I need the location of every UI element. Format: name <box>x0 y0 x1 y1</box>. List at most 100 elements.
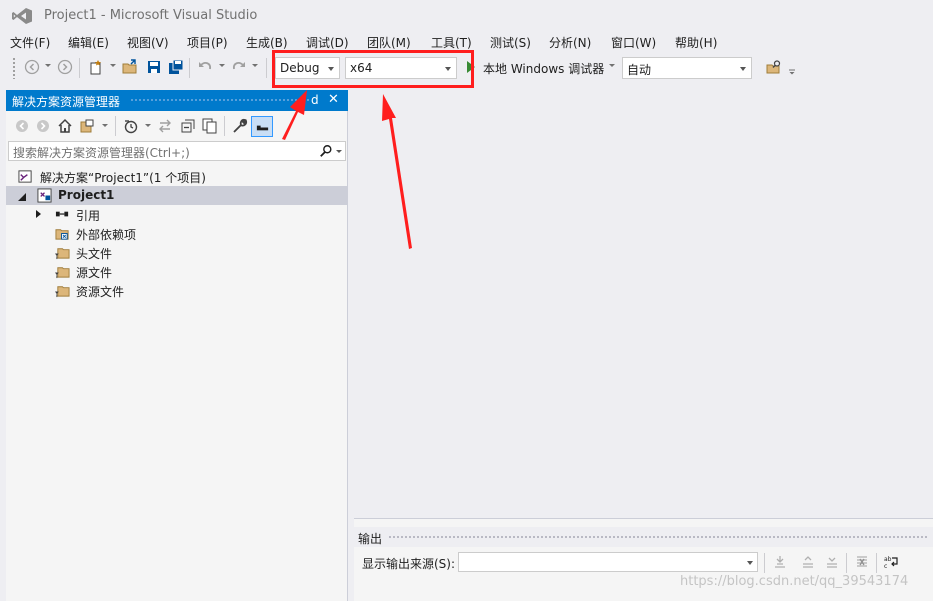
toolbar-separator <box>189 58 190 78</box>
solution-explorer-search-input[interactable]: 搜索解决方案资源管理器(Ctrl+;) <box>8 141 346 161</box>
chevron-down-icon <box>747 561 753 565</box>
debugger-mode-dropdown[interactable]: 自动 <box>622 57 752 79</box>
pin-icon[interactable]: 𝖽 <box>311 93 319 107</box>
output-header: 输出 <box>354 527 933 547</box>
resource-files-label: 资源文件 <box>76 285 125 299</box>
properties-wrench-icon[interactable] <box>232 118 248 134</box>
watermark-text: https://blog.csdn.net/qq_39543174 <box>680 574 909 589</box>
home-icon[interactable] <box>57 118 73 134</box>
close-icon[interactable]: ✕ <box>328 92 339 107</box>
references-label: 引用 <box>76 209 101 223</box>
folder-filter-icon <box>55 248 70 260</box>
tree-row-resource-files[interactable]: 资源文件 <box>6 281 348 300</box>
tree-row-header-files[interactable]: 头文件 <box>6 243 348 262</box>
title-bar: Project1 - Microsoft Visual Studio <box>0 0 933 32</box>
visual-studio-logo-icon <box>12 8 32 24</box>
external-dependencies-label: 外部依赖项 <box>76 228 137 242</box>
tree-row-project[interactable]: Project1 <box>6 186 348 205</box>
start-debugger-button[interactable]: 本地 Windows 调试器 <box>483 60 604 77</box>
back-icon[interactable] <box>14 118 30 134</box>
menu-team[interactable]: 团队(M) <box>367 34 411 51</box>
search-icon[interactable] <box>319 144 333 158</box>
toolbar-separator <box>764 553 765 573</box>
filter-dropdown-icon[interactable] <box>145 124 151 127</box>
menu-project[interactable]: 项目(P) <box>187 34 228 51</box>
tree-row-solution[interactable]: 解决方案“Project1”(1 个项目) <box>6 167 348 186</box>
menu-edit[interactable]: 编辑(E) <box>68 34 109 51</box>
open-file-icon[interactable] <box>122 59 138 75</box>
preview-selected-items-button[interactable] <box>251 116 273 137</box>
menu-build[interactable]: 生成(B) <box>246 34 288 51</box>
undo-icon[interactable] <box>197 59 213 75</box>
menu-debug[interactable]: 调试(D) <box>306 34 349 51</box>
menu-analyze[interactable]: 分析(N) <box>549 34 591 51</box>
menu-test[interactable]: 测试(S) <box>490 34 531 51</box>
navigate-forward-icon[interactable] <box>57 59 73 75</box>
tree-row-external-dependencies[interactable]: 外部依赖项 <box>6 224 348 243</box>
solution-explorer-panel: 解决方案资源管理器 𝖽 ✕ 搜索解决方案资源管理器(Ctrl+;) 解决方案“P… <box>6 90 348 601</box>
output-header-grip[interactable] <box>388 535 928 540</box>
output-source-dropdown[interactable] <box>458 552 758 572</box>
window-title: Project1 - Microsoft Visual Studio <box>44 8 258 23</box>
expanded-arrow-icon[interactable] <box>18 193 26 201</box>
source-files-label: 源文件 <box>76 266 113 280</box>
tree-row-references[interactable]: 引用 <box>6 205 348 224</box>
toolbar-separator <box>224 116 225 136</box>
forward-icon[interactable] <box>35 118 51 134</box>
toolbar-separator <box>266 58 267 78</box>
switch-views-dropdown-icon[interactable] <box>102 124 108 127</box>
project-label: Project1 <box>58 188 115 202</box>
save-icon[interactable] <box>146 59 162 75</box>
new-project-dropdown-icon[interactable] <box>110 64 116 67</box>
output-source-label: 显示输出来源(S): <box>362 557 456 571</box>
toolbar-separator <box>115 116 116 136</box>
go-to-next-message-icon[interactable] <box>824 554 840 570</box>
start-debugger-dropdown-icon[interactable] <box>609 64 615 67</box>
navigate-back-dropdown-icon[interactable] <box>45 64 51 67</box>
toolbar-options-icon[interactable] <box>786 59 802 75</box>
undo-dropdown-icon[interactable] <box>219 64 225 67</box>
header-grip[interactable] <box>130 98 310 103</box>
search-placeholder: 搜索解决方案资源管理器(Ctrl+;) <box>13 146 190 160</box>
collapsed-arrow-icon[interactable] <box>36 210 41 218</box>
solution-label: 解决方案“Project1”(1 个项目) <box>40 171 206 185</box>
find-message-in-code-icon[interactable] <box>772 554 788 570</box>
redo-dropdown-icon[interactable] <box>252 64 258 67</box>
annotation-highlight-box <box>272 50 474 88</box>
toggle-word-wrap-icon[interactable]: abc <box>883 554 899 570</box>
folder-filter-icon <box>55 267 70 279</box>
folder-filter-icon <box>55 286 70 298</box>
toolbar-separator <box>79 58 80 78</box>
chevron-down-icon <box>740 67 746 71</box>
menu-bar: 文件(F) 编辑(E) 视图(V) 项目(P) 生成(B) 调试(D) 团队(M… <box>0 32 933 52</box>
toolbar-separator <box>846 553 847 573</box>
toolbar-grip[interactable] <box>12 57 16 79</box>
solution-icon <box>18 170 32 183</box>
collapse-all-icon[interactable] <box>180 118 196 134</box>
tree-row-source-files[interactable]: 源文件 <box>6 262 348 281</box>
menu-help[interactable]: 帮助(H) <box>675 34 717 51</box>
clear-all-icon[interactable] <box>854 554 870 570</box>
switch-views-icon[interactable] <box>80 118 96 134</box>
find-in-files-icon[interactable] <box>766 59 782 75</box>
annotation-arrow-right <box>382 94 412 249</box>
save-all-icon[interactable] <box>168 59 184 75</box>
redo-icon[interactable] <box>231 59 247 75</box>
sync-with-document-icon[interactable] <box>157 118 173 134</box>
preview-icon <box>256 125 269 131</box>
menu-tools[interactable]: 工具(T) <box>431 34 472 51</box>
header-files-label: 头文件 <box>76 247 113 261</box>
solution-explorer-header: 解决方案资源管理器 𝖽 ✕ <box>6 90 348 111</box>
cpp-project-icon <box>37 188 52 203</box>
show-all-files-icon[interactable] <box>202 118 218 134</box>
svg-text:c: c <box>884 563 887 570</box>
references-icon <box>55 211 69 217</box>
menu-file[interactable]: 文件(F) <box>10 34 50 51</box>
pending-changes-filter-icon[interactable] <box>123 118 139 134</box>
navigate-back-icon[interactable] <box>24 59 40 75</box>
go-to-previous-message-icon[interactable] <box>800 554 816 570</box>
search-options-dropdown-icon[interactable] <box>336 150 342 153</box>
menu-view[interactable]: 视图(V) <box>127 34 169 51</box>
menu-window[interactable]: 窗口(W) <box>611 34 656 51</box>
new-project-icon[interactable] <box>88 59 104 75</box>
